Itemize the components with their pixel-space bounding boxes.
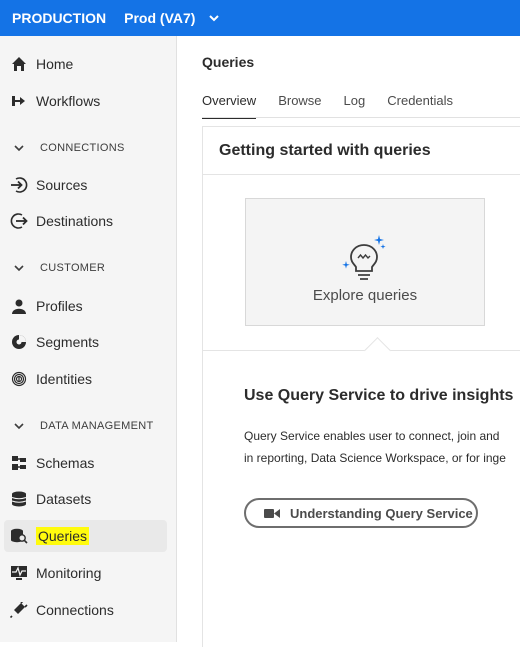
sidebar-item-segments[interactable]: Segments [4, 326, 167, 358]
sidebar-item-label: Sources [36, 177, 88, 193]
section-customer[interactable]: CUSTOMER [4, 258, 105, 278]
sidebar-item-label: Home [36, 56, 74, 72]
tile-label: Explore queries [312, 287, 418, 304]
card-title: Getting started with queries [219, 142, 431, 159]
connections-icon [10, 601, 28, 619]
sidebar-item-label: Profiles [36, 298, 83, 314]
section-divider [202, 350, 520, 351]
sidebar-item-queries[interactable]: Queries [4, 520, 167, 552]
chevron-down-icon [12, 261, 26, 275]
sidebar-item-label: Destinations [36, 213, 114, 229]
sidebar-item-datasets[interactable]: Datasets [4, 483, 167, 515]
chevron-down-icon[interactable] [207, 11, 221, 25]
tab-divider [202, 117, 520, 118]
sidebar-item-workflows[interactable]: Workflows [4, 85, 167, 117]
section-connections[interactable]: CONNECTIONS [4, 138, 125, 158]
tab-log[interactable]: Log [344, 93, 366, 117]
cta-label: Understanding Query Service [290, 505, 473, 521]
destinations-icon [10, 212, 28, 230]
video-camera-icon [264, 507, 280, 519]
promo-description: Query Service enables user to connect, j… [244, 425, 520, 469]
tab-overview[interactable]: Overview [202, 93, 257, 119]
sidebar-item-label: Connections [36, 602, 114, 618]
sidebar-item-destinations[interactable]: Destinations [4, 205, 167, 237]
sidebar-item-connections[interactable]: Connections [4, 594, 167, 626]
section-label: CONNECTIONS [40, 142, 125, 154]
sidebar-item-label: Queries [36, 527, 90, 545]
workflows-icon [10, 92, 28, 110]
chevron-down-icon [12, 419, 26, 433]
sidebar-item-profiles[interactable]: Profiles [4, 290, 167, 322]
card-divider [202, 174, 520, 175]
environment-label: PRODUCTION [12, 10, 107, 26]
section-label: DATA MANAGEMENT [40, 420, 154, 432]
sidebar-item-monitoring[interactable]: Monitoring [4, 557, 167, 589]
tab-browse[interactable]: Browse [278, 93, 321, 117]
main-content: Queries Overview Browse Log Credentials … [177, 36, 520, 647]
home-icon [10, 55, 28, 73]
tab-credentials[interactable]: Credentials [387, 93, 453, 117]
sidebar-item-label: Datasets [36, 491, 92, 507]
sidebar: Home Workflows CONNECTIONS Sources Desti… [0, 36, 177, 642]
page-title: Queries [202, 54, 255, 70]
identities-icon [10, 370, 28, 388]
monitoring-icon [10, 564, 28, 582]
sidebar-item-label: Identities [36, 371, 93, 387]
section-data-management[interactable]: DATA MANAGEMENT [4, 416, 154, 436]
sidebar-item-schemas[interactable]: Schemas [4, 447, 167, 479]
profiles-icon [10, 297, 28, 315]
queries-icon [10, 527, 28, 545]
chevron-down-icon [12, 141, 26, 155]
sources-icon [10, 176, 28, 194]
lightbulb-icon [342, 235, 386, 280]
segments-icon [10, 333, 28, 351]
sandbox-switcher[interactable]: Prod (VA7) [124, 10, 195, 26]
top-bar: PRODUCTION Prod (VA7) [0, 0, 520, 36]
explore-queries-tile[interactable]: Explore queries [245, 198, 485, 326]
section-label: CUSTOMER [40, 262, 106, 274]
sidebar-item-label: Workflows [36, 93, 101, 109]
promo-line: in reporting, Data Science Workspace, or… [244, 451, 506, 465]
promo-line: Query Service enables user to connect, j… [244, 429, 500, 443]
sidebar-item-label: Segments [36, 334, 100, 350]
promo-title: Use Query Service to drive insights [244, 387, 514, 404]
tab-bar: Overview Browse Log Credentials [202, 93, 475, 119]
sidebar-item-label: Monitoring [36, 565, 102, 581]
datasets-icon [10, 490, 28, 508]
schemas-icon [10, 454, 28, 472]
sidebar-item-label: Schemas [36, 455, 95, 471]
understanding-query-service-button[interactable]: Understanding Query Service [244, 498, 478, 528]
sidebar-item-sources[interactable]: Sources [4, 169, 167, 201]
sidebar-item-identities[interactable]: Identities [4, 363, 167, 395]
sidebar-item-home[interactable]: Home [4, 48, 167, 80]
